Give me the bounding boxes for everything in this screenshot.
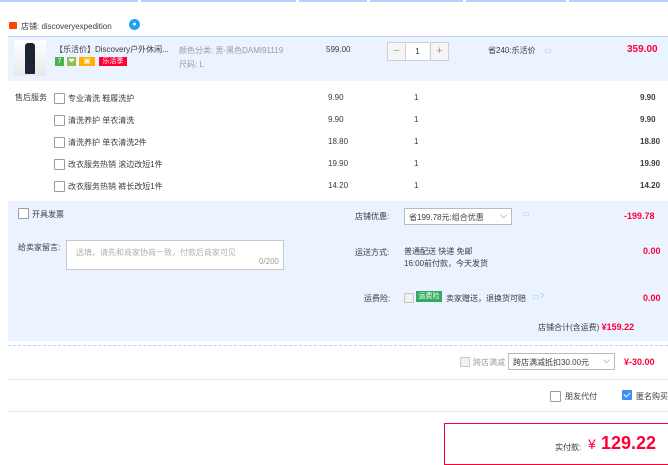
service-qty: 1 [414, 137, 419, 146]
service-price: 9.90 [328, 93, 344, 102]
order-options-panel [8, 201, 668, 341]
insurance-text: 卖家赠送，退换货可赔 [446, 294, 526, 303]
service-name: 清洗养护 单衣清洗 [68, 116, 135, 125]
cross-store-select[interactable]: 跨店满减抵扣30.00元 ⌵ [508, 353, 615, 370]
chevron-down-icon: ⌵ [603, 355, 610, 365]
service-qty: 1 [414, 159, 419, 168]
service-sum: 14.20 [640, 181, 661, 190]
top-divider [0, 0, 668, 3]
service-name: 专业清洗 鞋履洗护 [68, 94, 135, 103]
service-sum: 9.90 [640, 115, 656, 124]
promo-label: 店铺优惠: [355, 212, 390, 221]
note-label: 给卖家留言: [18, 243, 61, 252]
payment-amount: 129.22 [601, 433, 657, 453]
delivery-amount: 0.00 [643, 246, 661, 256]
cross-store-checkbox[interactable] [460, 357, 470, 367]
cross-store-label: 跨店满减 [473, 358, 505, 367]
service-price: 18.80 [328, 137, 349, 146]
insurance-label: 运费险: [364, 294, 391, 303]
unit-price: 599.00 [326, 45, 351, 54]
service-qty: 1 [414, 115, 419, 124]
product-thumbnail[interactable] [14, 40, 46, 76]
payment-label: 实付款: [555, 443, 582, 452]
service-qty: 1 [414, 93, 419, 102]
insurance-amount: 0.00 [643, 293, 661, 303]
service-checkbox[interactable] [54, 93, 65, 104]
note-char-count: 0/200 [258, 257, 279, 266]
service-row: 改衣服务热销 裤长改短1件 14.20 1 14.20 [0, 178, 668, 198]
invoice-checkbox[interactable] [18, 208, 29, 219]
promo-select[interactable]: 省199.78元:组合优惠 ⌵ [404, 208, 512, 225]
service-name: 改衣服务热销 裤长改短1件 [68, 182, 163, 191]
savings-text: 省240:乐活价 [488, 46, 536, 55]
shop-icon [9, 22, 17, 29]
quantity-input[interactable]: 1 [406, 42, 429, 61]
seller-note-input[interactable]: 选填，请先和商家协商一致，付款后商家可见 0/200 [66, 240, 284, 270]
service-row: 专业清洗 鞋履洗护 9.90 1 9.90 [0, 90, 668, 110]
plus-button[interactable]: + [430, 42, 449, 61]
divider [8, 411, 668, 412]
help-icon[interactable]: ▭? [532, 292, 544, 301]
promo-amount: -199.78 [624, 211, 655, 221]
note-placeholder: 选填，请先和商家协商一致，付款后商家可见 [76, 248, 236, 257]
item-sku: 颜色分类: 男-黑色DAMI91119 尺码: L [179, 44, 283, 72]
quantity-stepper: − 1 + [387, 42, 451, 61]
insurance-badge: 运费险 [416, 291, 442, 302]
info-icon[interactable]: ▭ [522, 209, 530, 218]
message-icon[interactable]: ▭ [544, 46, 552, 55]
shop-name[interactable]: 店铺: discoveryexpedition [21, 21, 112, 32]
chevron-down-icon: ⌵ [500, 210, 507, 220]
delivery-label: 运送方式: [355, 248, 390, 257]
tag-seven-day-icon: 7 [55, 57, 64, 66]
sku-color: 颜色分类: 男-黑色DAMI91119 [179, 46, 284, 55]
shop-total-label: 店铺合计(含运费) [538, 323, 600, 332]
service-name: 改衣服务热销 滚边改短1件 [68, 160, 163, 169]
service-sum: 19.90 [640, 159, 661, 168]
payment-currency: ¥ [588, 436, 596, 452]
anonymous-checkbox[interactable] [622, 390, 632, 400]
service-price: 19.90 [328, 159, 349, 168]
cross-store-amount: ¥-30.00 [624, 357, 655, 367]
tag-card-icon: ▣ [79, 57, 95, 66]
insurance-checkbox[interactable] [404, 293, 414, 303]
tag-promo: 乐活季 [99, 57, 127, 66]
delivery-info: 普通配送 快递 免邮 16:00前付款，今天发货 [404, 246, 488, 270]
sku-size: 尺码: L [179, 60, 204, 69]
service-qty: 1 [414, 181, 419, 190]
service-checkbox[interactable] [54, 159, 65, 170]
service-price: 14.20 [328, 181, 349, 190]
delivery-method: 普通配送 快递 免邮 [404, 247, 473, 256]
chat-icon[interactable]: ● [129, 19, 140, 30]
service-row: 清洗养护 单衣清洗 9.90 1 9.90 [0, 112, 668, 132]
promo-selected: 省199.78元:组合优惠 [409, 213, 484, 222]
tag-guarantee-icon: ❤ [67, 57, 76, 66]
section-divider [8, 345, 668, 346]
service-checkbox[interactable] [54, 181, 65, 192]
service-name: 清洗养护 单衣清洗2件 [68, 138, 147, 147]
item-subtotal: 359.00 [627, 44, 658, 55]
shop-total: 店铺合计(含运费) ¥159.22 [538, 322, 634, 333]
service-row: 改衣服务热销 滚边改短1件 19.90 1 19.90 [0, 156, 668, 176]
invoice-label: 开具发票 [32, 210, 64, 219]
divider [8, 379, 668, 380]
service-checkbox[interactable] [54, 115, 65, 126]
friend-pay-checkbox[interactable] [550, 391, 561, 402]
delivery-time: 16:00前付款，今天发货 [404, 259, 489, 268]
service-checkbox[interactable] [54, 137, 65, 148]
service-row: 清洗养护 单衣清洗2件 18.80 1 18.80 [0, 134, 668, 154]
shop-total-amount: ¥159.22 [601, 322, 635, 332]
service-price: 9.90 [328, 115, 344, 124]
anonymous-label: 匿名购买 [636, 392, 668, 401]
minus-button[interactable]: − [387, 42, 406, 61]
friend-pay-label: 朋友代付 [565, 392, 597, 401]
service-sum: 18.80 [640, 137, 661, 146]
service-sum: 9.90 [640, 93, 656, 102]
cross-store-selected: 跨店满减抵扣30.00元 [513, 358, 590, 367]
item-title[interactable]: 【乐活价】Discovery户外休闲... [55, 44, 169, 55]
